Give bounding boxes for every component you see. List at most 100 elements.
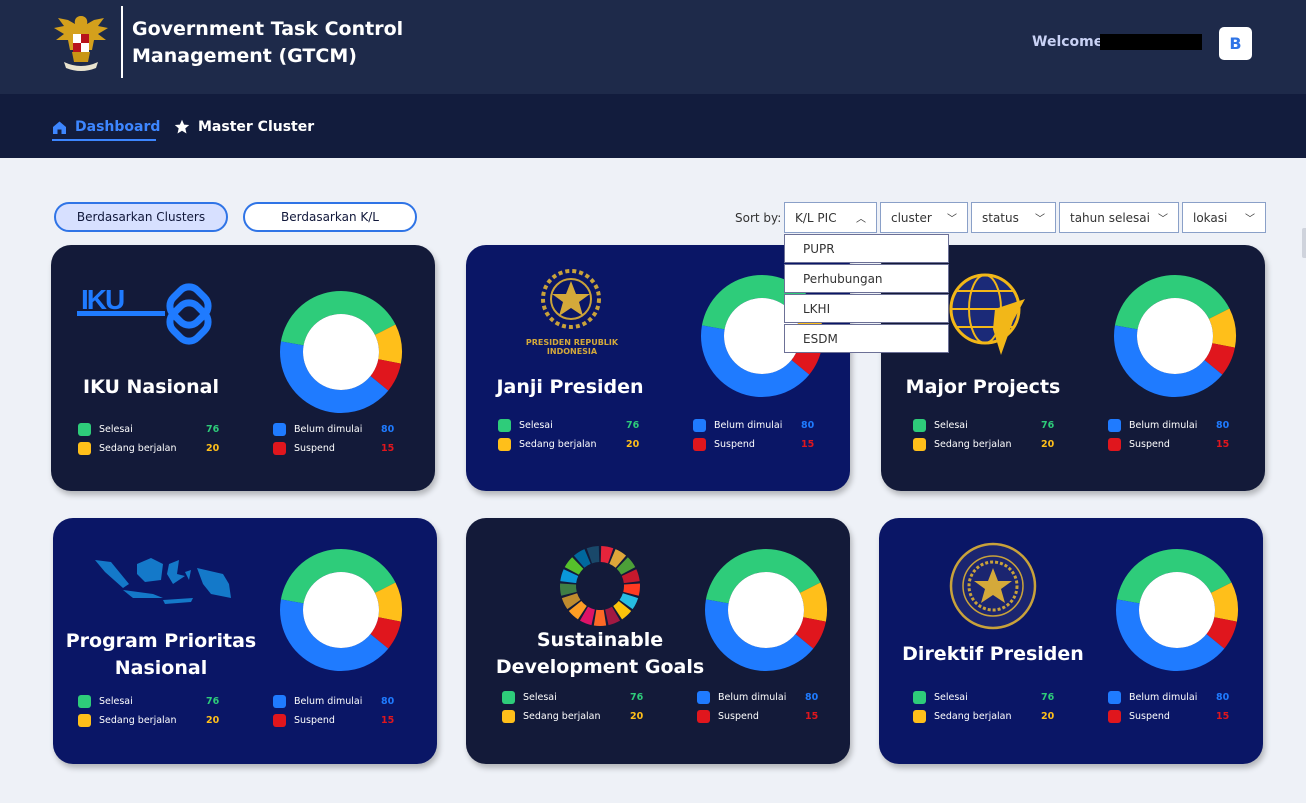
- legend-swatch: [502, 709, 515, 723]
- cluster-card-sustainable-development-goals[interactable]: Sustainable Development Goals Selesai 76 S…: [466, 518, 850, 764]
- legend-swatch: [1108, 418, 1121, 432]
- legend-item-belum: Belum dimulai 80: [1108, 689, 1229, 705]
- nav-master-cluster-label: Master Cluster: [198, 119, 315, 135]
- lokasi-select-label: lokasi: [1193, 210, 1228, 225]
- legend-value: 15: [1216, 438, 1230, 450]
- status-legend: Selesai 76 Sedang berjalan 20 Belum dimulai 8…: [78, 421, 408, 461]
- dropdown-option-pupr[interactable]: PUPR: [784, 234, 949, 263]
- legend-item-belum: Belum dimulai 80: [1108, 417, 1229, 433]
- cluster-card-program-prioritas-nasional[interactable]: Program Prioritas Nasional Selesai 76 Seda…: [53, 518, 437, 764]
- legend-value: 20: [630, 710, 644, 722]
- legend-value: 15: [381, 442, 395, 454]
- cluster-card-direktif-presiden[interactable]: Direktif Presiden Selesai 76 Sedang berjal…: [879, 518, 1263, 764]
- legend-label: Belum dimulai: [714, 419, 783, 431]
- transport-globe-icon: [949, 273, 1025, 355]
- redacted-username: [1100, 34, 1202, 50]
- legend-value: 20: [626, 438, 640, 450]
- cluster-card-iku-nasional[interactable]: IKU IKU Nasional Selesai 76 Sedang berjala…: [51, 245, 435, 491]
- president-stamp-icon: [949, 542, 1037, 630]
- donut-hole: [1139, 572, 1215, 648]
- legend-item-sedang: Sedang berjalan 20: [913, 708, 1054, 724]
- tahun-selesai-select[interactable]: tahun selesai ﹀: [1059, 202, 1179, 233]
- cluster-select[interactable]: cluster ﹀: [880, 202, 968, 233]
- legend-item-selesai: Selesai 76: [78, 693, 219, 709]
- status-legend: Selesai 76 Sedang berjalan 20 Belum dimulai 8…: [78, 693, 408, 733]
- nav-bar: Dashboard Master Cluster: [0, 94, 1306, 158]
- dropdown-option-esdm[interactable]: ESDM: [784, 324, 949, 353]
- legend-item-sedang: Sedang berjalan 20: [78, 440, 219, 456]
- sdg-tile: [623, 583, 640, 596]
- status-donut-chart: [1116, 549, 1238, 671]
- legend-item-selesai: Selesai 76: [498, 417, 639, 433]
- legend-value: 76: [626, 419, 640, 431]
- legend-label: Sedang berjalan: [934, 710, 1012, 722]
- kl-pic-select-label: K/L PIC: [795, 210, 837, 225]
- dropdown-option-perhubungan[interactable]: Perhubungan: [784, 264, 949, 293]
- nav-dashboard-label: Dashboard: [75, 119, 161, 135]
- card-title: IKU Nasional: [83, 376, 219, 398]
- legend-value: 20: [1041, 438, 1055, 450]
- legend-value: 20: [1041, 710, 1055, 722]
- legend-value: 76: [1041, 419, 1055, 431]
- chevron-down-icon: ﹀: [1158, 214, 1168, 225]
- legend-value: 15: [381, 714, 395, 726]
- legend-value: 20: [206, 442, 220, 454]
- donut-hole: [1137, 298, 1213, 374]
- chevron-down-icon: ﹀: [1245, 214, 1255, 225]
- legend-label: Suspend: [294, 714, 335, 726]
- by-clusters-toggle[interactable]: Berdasarkan Clusters: [54, 202, 228, 232]
- legend-value: 15: [1216, 710, 1230, 722]
- legend-label: Suspend: [1129, 438, 1170, 450]
- sdg-tile: [593, 609, 607, 626]
- legend-label: Selesai: [934, 691, 968, 703]
- legend-swatch: [913, 709, 926, 723]
- legend-label: Suspend: [718, 710, 759, 722]
- legend-label: Suspend: [294, 442, 335, 454]
- legend-swatch: [1108, 437, 1121, 451]
- legend-swatch: [693, 418, 706, 432]
- legend-swatch: [693, 437, 706, 451]
- legend-value: 15: [801, 438, 815, 450]
- legend-swatch: [78, 422, 91, 436]
- legend-label: Sedang berjalan: [934, 438, 1012, 450]
- card-title: Janji Presiden: [496, 376, 644, 398]
- card-title: Program Prioritas Nasional: [65, 630, 257, 679]
- user-avatar-button[interactable]: B: [1219, 27, 1252, 60]
- legend-label: Belum dimulai: [294, 695, 363, 707]
- legend-label: Belum dimulai: [1129, 691, 1198, 703]
- kl-pic-select[interactable]: K/L PIC ︿: [784, 202, 877, 233]
- legend-label: Selesai: [99, 695, 133, 707]
- legend-label: Suspend: [714, 438, 755, 450]
- legend-item-selesai: Selesai 76: [913, 689, 1054, 705]
- legend-label: Sedang berjalan: [99, 442, 177, 454]
- legend-value: 80: [1216, 419, 1230, 431]
- legend-item-sedang: Sedang berjalan 20: [78, 712, 219, 728]
- status-legend: Selesai 76 Sedang berjalan 20 Belum dimulai 8…: [913, 417, 1243, 457]
- chevron-down-icon: ﹀: [947, 214, 957, 225]
- by-kl-toggle[interactable]: Berdasarkan K/L: [243, 202, 417, 232]
- dropdown-option-lkhi[interactable]: LKHI: [784, 294, 949, 323]
- legend-swatch: [1108, 709, 1121, 723]
- legend-item-suspend: Suspend 15: [1108, 708, 1229, 724]
- legend-value: 76: [206, 423, 220, 435]
- legend-swatch: [1108, 690, 1121, 704]
- legend-item-sedang: Sedang berjalan 20: [498, 436, 639, 452]
- legend-item-suspend: Suspend 15: [273, 712, 394, 728]
- status-legend: Selesai 76 Sedang berjalan 20 Belum dimulai 8…: [913, 689, 1243, 729]
- card-title: Direktif Presiden: [902, 643, 1084, 665]
- legend-swatch: [273, 441, 286, 455]
- status-select[interactable]: status ﹀: [971, 202, 1056, 233]
- legend-label: Selesai: [523, 691, 557, 703]
- legend-value: 15: [805, 710, 819, 722]
- legend-swatch: [498, 418, 511, 432]
- legend-item-selesai: Selesai 76: [78, 421, 219, 437]
- legend-swatch: [697, 690, 710, 704]
- card-title: Major Projects: [905, 376, 1061, 398]
- legend-value: 76: [630, 691, 644, 703]
- lokasi-select[interactable]: lokasi ﹀: [1182, 202, 1266, 233]
- nav-dashboard[interactable]: Dashboard: [52, 116, 160, 138]
- legend-item-suspend: Suspend 15: [693, 436, 814, 452]
- legend-item-belum: Belum dimulai 80: [273, 421, 394, 437]
- nav-master-cluster[interactable]: Master Cluster: [174, 116, 314, 138]
- scrollbar-handle[interactable]: [1302, 228, 1306, 258]
